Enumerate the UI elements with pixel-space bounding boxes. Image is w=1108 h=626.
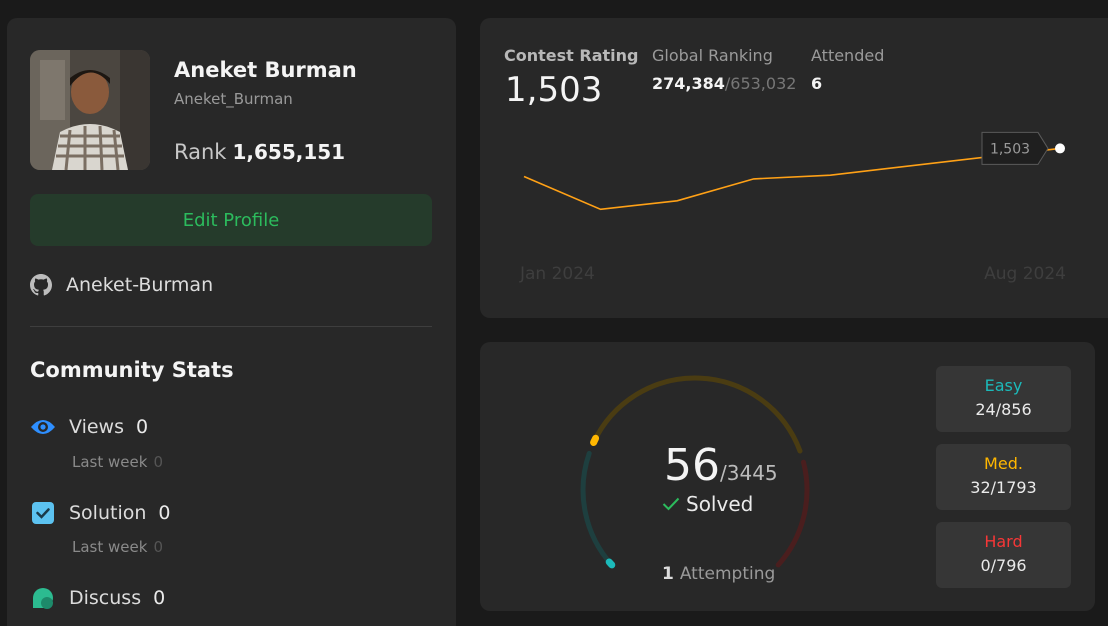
leetcode-profile-page: Aneket Burman Aneket_Burman Rank 1,655,15… — [0, 0, 1108, 626]
rank-label: Rank — [174, 140, 227, 164]
difficulty-easy-label: Easy — [984, 376, 1023, 395]
progress-track-hard — [775, 459, 810, 568]
chat-bubbles-icon — [30, 585, 56, 611]
stat-views-value: 0 — [136, 416, 149, 438]
attempting-label: Attempting — [679, 564, 776, 584]
user-handle: Aneket_Burman — [174, 90, 293, 108]
eye-icon — [30, 414, 56, 440]
solved-label-text: Solved — [686, 492, 754, 516]
stat-views-sub-value: 0 — [153, 453, 163, 471]
rating-tooltip-text: 1,503 — [990, 141, 1030, 157]
stat-views-lastweek: Last week 0 — [72, 453, 163, 471]
stat-solution-lastweek: Last week 0 — [72, 538, 163, 556]
stat-discuss: Discuss 0 — [30, 585, 165, 611]
github-username: Aneket-Burman — [66, 274, 214, 296]
stat-views: Views 0 — [30, 414, 148, 440]
progress-fill-med — [590, 434, 600, 446]
solved-label: Solved — [662, 492, 753, 516]
difficulty-easy[interactable]: Easy 24/856 — [936, 366, 1071, 432]
stat-discuss-value: 0 — [153, 587, 166, 609]
check-icon — [662, 497, 680, 511]
rating-tooltip: 1,503 — [981, 131, 1049, 165]
stat-solution-sub-label: Last week — [72, 538, 148, 556]
stat-solution-sub-value: 0 — [153, 538, 163, 556]
solved-number: 56 — [664, 440, 720, 491]
contest-rating-card: Contest Rating 1,503 Global Ranking 274,… — [480, 18, 1108, 318]
stat-solution-label: Solution — [69, 502, 147, 524]
rank-value: 1,655,151 — [232, 140, 346, 164]
profile-card: Aneket Burman Aneket_Burman Rank 1,655,15… — [7, 18, 456, 626]
community-stats-title: Community Stats — [30, 358, 234, 382]
github-link[interactable]: Aneket-Burman — [30, 274, 213, 296]
difficulty-medium-count: 32/1793 — [970, 478, 1037, 497]
difficulty-easy-count: 24/856 — [975, 400, 1032, 419]
stat-solution-value: 0 — [158, 502, 171, 524]
rating-last-point — [1055, 143, 1065, 154]
x-tick-label: Jan 2024 — [519, 264, 595, 284]
avatar[interactable] — [30, 50, 150, 170]
avatar-photo — [30, 50, 150, 170]
difficulty-medium-label: Med. — [984, 454, 1023, 473]
stat-discuss-label: Discuss — [69, 587, 142, 609]
attempting-count: 1 Attempting — [662, 564, 775, 584]
stat-solution: Solution 0 — [30, 500, 171, 526]
user-name: Aneket Burman — [174, 58, 357, 82]
rating-line — [523, 147, 1061, 211]
github-icon — [30, 274, 52, 296]
progress-track-easy — [580, 450, 615, 568]
divider — [30, 326, 432, 327]
stat-views-label: Views — [69, 416, 124, 438]
rank-line: Rank 1,655,151 — [174, 140, 345, 164]
difficulty-hard[interactable]: Hard 0/796 — [936, 522, 1071, 588]
attempting-number: 1 — [662, 564, 674, 584]
solved-count: 56/3445 — [664, 440, 778, 491]
check-square-icon — [30, 500, 56, 526]
difficulty-hard-count: 0/796 — [980, 556, 1027, 575]
stat-views-sub-label: Last week — [72, 453, 148, 471]
difficulty-medium[interactable]: Med. 32/1793 — [936, 444, 1071, 510]
solved-problems-card: 56/3445 Solved 1 Attempting Easy 24/856 M… — [480, 342, 1095, 611]
solved-total: /3445 — [720, 461, 778, 485]
difficulty-hard-label: Hard — [984, 532, 1023, 551]
rating-line-chart[interactable]: 1,503 Jan 2024 Aug 2024 — [480, 18, 1108, 318]
progress-fill-easy — [605, 558, 616, 569]
x-tick-label: Aug 2024 — [984, 264, 1066, 284]
edit-profile-button[interactable]: Edit Profile — [30, 194, 432, 246]
